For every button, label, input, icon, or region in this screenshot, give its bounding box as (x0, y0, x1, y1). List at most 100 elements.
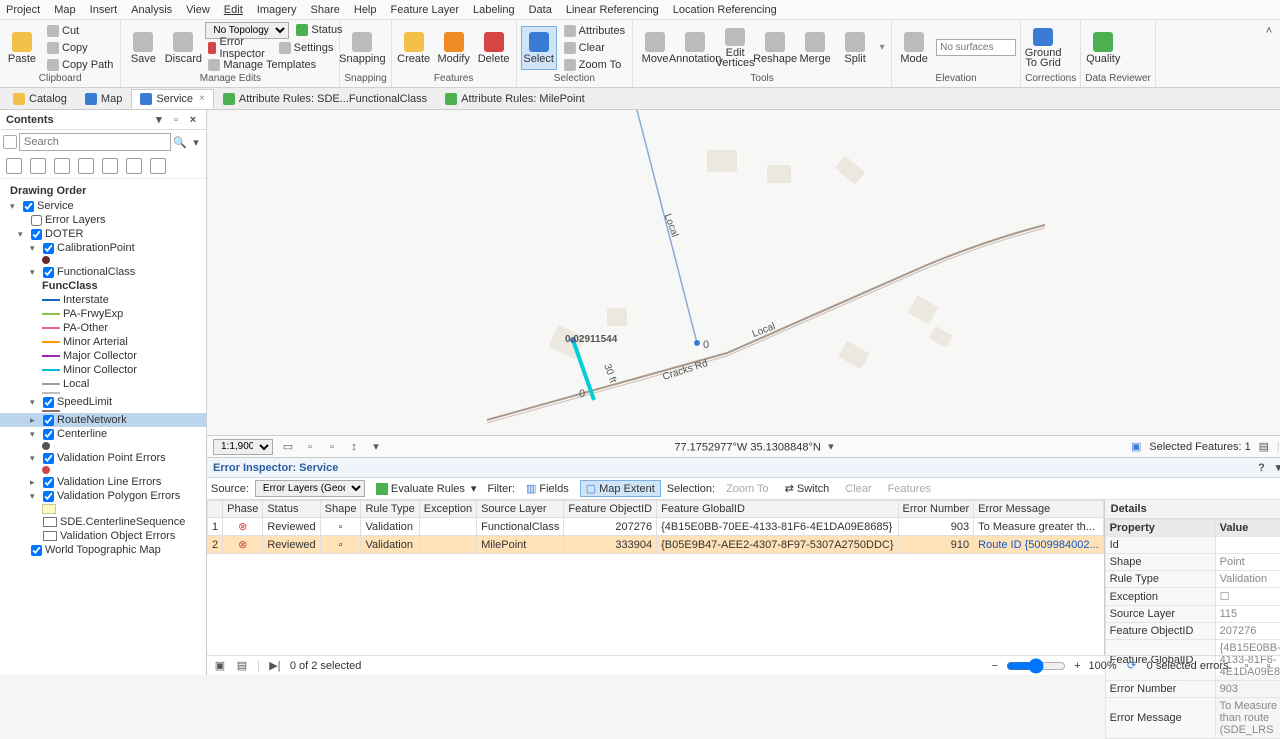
list-drawing-icon[interactable] (6, 158, 22, 174)
move-button[interactable]: Move (637, 26, 673, 70)
list-source-icon[interactable] (30, 158, 46, 174)
menu-location-referencing[interactable]: Location Referencing (673, 4, 777, 16)
ei-clear-button[interactable]: Clear (840, 480, 876, 497)
split-button[interactable]: Split (837, 26, 873, 70)
tree-item[interactable]: World Topographic Map (0, 543, 206, 557)
edit-settings-button[interactable]: Settings (276, 40, 337, 56)
tree-item[interactable]: ▾Service (0, 199, 206, 213)
scale-opt2-icon[interactable]: ▫ (303, 440, 317, 454)
reshape-button[interactable]: Reshape (757, 26, 793, 70)
tree-item[interactable]: SDE.CenterlineSequence (0, 515, 206, 529)
search-icon[interactable]: 🔍 (173, 135, 187, 149)
scale-opt5-icon[interactable]: ▾ (369, 440, 383, 454)
tree-item[interactable]: Local (0, 377, 206, 391)
copy-button[interactable]: Copy (44, 40, 116, 56)
ei-foot1-icon[interactable]: ▫ (1240, 659, 1254, 673)
tree-item[interactable] (0, 441, 206, 451)
error-inspector-button[interactable]: Error Inspector (205, 40, 271, 56)
list-editing-icon[interactable] (78, 158, 94, 174)
ei-features-button[interactable]: Features (883, 480, 936, 497)
contents-pin-icon[interactable]: ▫ (169, 113, 183, 127)
create-button[interactable]: Create (396, 26, 432, 70)
ground-to-grid-button[interactable]: Ground To Grid (1025, 26, 1061, 70)
contents-close-icon[interactable]: × (186, 113, 200, 127)
select-button[interactable]: Select (521, 26, 557, 70)
menu-labeling[interactable]: Labeling (473, 4, 515, 16)
tree-item[interactable]: Interstate (0, 293, 206, 307)
tree-item[interactable]: Major Collector (0, 349, 206, 363)
error-row[interactable]: 2⊗Reviewed▫ValidationMilePoint333904{B05… (208, 536, 1104, 554)
menu-help[interactable]: Help (354, 4, 377, 16)
snapping-button[interactable]: Snapping (344, 26, 380, 70)
merge-button[interactable]: Merge (797, 26, 833, 70)
ei-zoom-to-button[interactable]: Zoom To (721, 480, 774, 497)
clear-sel-button[interactable]: Clear (561, 40, 628, 56)
list-snapping-icon[interactable] (102, 158, 118, 174)
tree-item[interactable]: ▾SpeedLimit (0, 395, 206, 409)
coords-dd-icon[interactable]: ▾ (824, 440, 838, 454)
menu-data[interactable]: Data (529, 4, 552, 16)
tree-item[interactable]: ▾Centerline (0, 427, 206, 441)
scale-opt3-icon[interactable]: ▫ (325, 440, 339, 454)
tab-map[interactable]: Map (76, 89, 131, 109)
scale-opt4-icon[interactable]: ↕ (347, 440, 361, 454)
edit-vertices-button[interactable]: Edit Vertices (717, 26, 753, 70)
tree-item[interactable] (0, 503, 206, 515)
paste-button[interactable]: Paste (4, 26, 40, 70)
scale-dropdown[interactable]: 1:1,900 (213, 439, 273, 455)
tree-item[interactable]: ▾Validation Polygon Errors (0, 489, 206, 503)
tree-item[interactable]: Validation Object Errors (0, 529, 206, 543)
menu-map[interactable]: Map (54, 4, 75, 16)
ei-foot2-icon[interactable]: ▫ (1262, 659, 1276, 673)
error-row[interactable]: 1⊗Reviewed▫ValidationFunctionalClass2072… (208, 518, 1104, 536)
tree-item[interactable]: Minor Arterial (0, 335, 206, 349)
tree-item[interactable] (0, 255, 206, 265)
elevation-mode-button[interactable]: Mode (896, 26, 932, 70)
ei-refresh-icon[interactable]: ⟳ (1125, 659, 1139, 673)
ribbon-collapse-icon[interactable]: ˄ (1262, 24, 1276, 38)
ei-help-icon[interactable]: ? (1254, 461, 1268, 475)
elevation-surface-input[interactable] (936, 39, 1016, 56)
menu-project[interactable]: Project (6, 4, 40, 16)
modify-button[interactable]: Modify (436, 26, 472, 70)
tree-item[interactable]: PA-Other (0, 321, 206, 335)
tree-item[interactable]: PA-FrwyExp (0, 307, 206, 321)
menu-edit[interactable]: Edit (224, 4, 243, 16)
ei-first-icon[interactable]: ▣ (213, 659, 227, 673)
status-button[interactable]: Status (293, 22, 345, 38)
menu-insert[interactable]: Insert (90, 4, 118, 16)
save-edits-button[interactable]: Save (125, 26, 161, 70)
tree-item[interactable]: Error Layers (0, 213, 206, 227)
scale-opt1-icon[interactable]: ▭ (281, 440, 295, 454)
menu-feature-layer[interactable]: Feature Layer (391, 4, 459, 16)
tree-item[interactable]: ▸Validation Line Errors (0, 475, 206, 489)
cut-button[interactable]: Cut (44, 23, 116, 39)
annotation-button[interactable]: Annotation (677, 26, 713, 70)
tab-catalog[interactable]: Catalog (4, 89, 76, 109)
contents-search-opt-icon[interactable]: ▾ (189, 135, 203, 149)
map-extent-button[interactable]: ▢Map Extent (580, 480, 661, 497)
menu-analysis[interactable]: Analysis (131, 4, 172, 16)
fields-button[interactable]: ▥Fields (521, 480, 574, 497)
ei-zoom-slider[interactable] (1006, 658, 1066, 674)
tree-item[interactable]: ▾CalibrationPoint (0, 241, 206, 255)
evaluate-rules-button[interactable]: Evaluate Rules▾ (371, 480, 482, 497)
tools-gallery-more[interactable]: ▾ (877, 42, 887, 53)
tab-service[interactable]: Service× (131, 89, 214, 109)
contents-search-input[interactable] (19, 133, 171, 151)
menu-share[interactable]: Share (311, 4, 340, 16)
list-extra-icon[interactable] (150, 158, 166, 174)
menu-linear-referencing[interactable]: Linear Referencing (566, 4, 659, 16)
tree-item[interactable]: ▾Validation Point Errors (0, 451, 206, 465)
menu-imagery[interactable]: Imagery (257, 4, 297, 16)
list-selection-icon[interactable] (54, 158, 70, 174)
error-table[interactable]: PhaseStatusShapeRule TypeExceptionSource… (207, 500, 1104, 655)
contents-menu-icon[interactable]: ▾ (152, 112, 166, 126)
sel-list-icon[interactable]: ▤ (1257, 440, 1271, 454)
tree-item[interactable]: ▾DOTER (0, 227, 206, 241)
manage-templates-button[interactable]: Manage Templates (205, 57, 335, 73)
tab-attribute[interactable]: Attribute Rules: MilePoint (436, 89, 594, 109)
list-by-drawing-icon[interactable] (3, 135, 17, 149)
zoom-to-button[interactable]: Zoom To (561, 57, 628, 73)
tab-attribute[interactable]: Attribute Rules: SDE...FunctionalClass (214, 89, 436, 109)
